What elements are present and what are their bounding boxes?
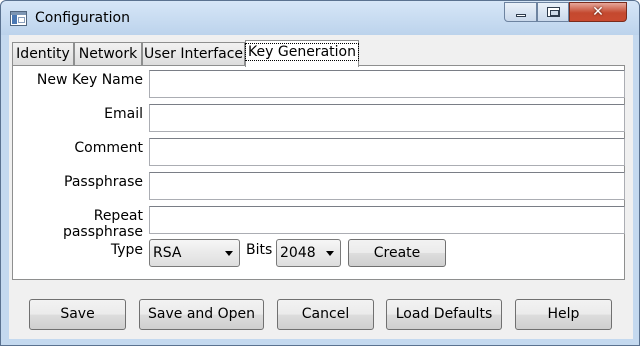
email-label: Email bbox=[104, 106, 143, 122]
tab-key-generation[interactable]: Key Generation bbox=[245, 40, 359, 67]
cancel-button[interactable]: Cancel bbox=[277, 299, 374, 330]
chevron-down-icon bbox=[225, 251, 233, 256]
new-key-name-field[interactable] bbox=[149, 70, 625, 98]
tab-user-interface[interactable]: User Interface bbox=[142, 42, 245, 66]
tab-identity[interactable]: Identity bbox=[12, 42, 74, 66]
chevron-down-icon bbox=[326, 251, 334, 256]
repeat-passphrase-field[interactable] bbox=[149, 206, 625, 234]
load-defaults-button[interactable]: Load Defaults bbox=[386, 299, 502, 330]
save-and-open-button[interactable]: Save and Open bbox=[139, 299, 264, 330]
close-button[interactable]: ✕ bbox=[569, 2, 627, 22]
passphrase-label: Passphrase bbox=[64, 174, 143, 190]
create-button[interactable]: Create bbox=[348, 239, 446, 267]
title-bar[interactable]: Configuration ✕ bbox=[1, 1, 639, 35]
key-generation-panel: New Key Name Email Comment Passphrase Re… bbox=[12, 65, 625, 280]
save-button[interactable]: Save bbox=[29, 299, 126, 330]
minimize-icon bbox=[516, 14, 526, 17]
new-key-name-label: New Key Name bbox=[36, 72, 143, 88]
help-button[interactable]: Help bbox=[515, 299, 612, 330]
tab-network[interactable]: Network bbox=[74, 42, 142, 66]
comment-label: Comment bbox=[74, 140, 143, 156]
type-label: Type bbox=[110, 242, 143, 258]
close-icon: ✕ bbox=[592, 4, 604, 20]
repeat-passphrase-label: Repeat passphrase bbox=[62, 208, 143, 240]
bits-label: Bits bbox=[246, 242, 273, 258]
maximize-button[interactable] bbox=[537, 2, 569, 22]
type-select[interactable]: RSA bbox=[149, 239, 240, 267]
maximize-icon bbox=[547, 7, 560, 17]
configuration-window: Configuration ✕ Identity Network User In… bbox=[0, 0, 640, 346]
label-column: New Key Name Email Comment Passphrase Re… bbox=[13, 66, 143, 281]
bits-select-value: 2048 bbox=[280, 245, 316, 261]
type-select-value: RSA bbox=[153, 245, 182, 261]
email-field[interactable] bbox=[149, 104, 625, 132]
window-title: Configuration bbox=[35, 10, 130, 26]
dialog-client-area: Identity Network User Interface Key Gene… bbox=[9, 35, 633, 339]
window-app-icon[interactable] bbox=[10, 11, 27, 26]
bits-select[interactable]: 2048 bbox=[276, 239, 341, 267]
passphrase-field[interactable] bbox=[149, 172, 625, 200]
comment-field[interactable] bbox=[149, 138, 625, 166]
minimize-button[interactable] bbox=[504, 2, 537, 22]
